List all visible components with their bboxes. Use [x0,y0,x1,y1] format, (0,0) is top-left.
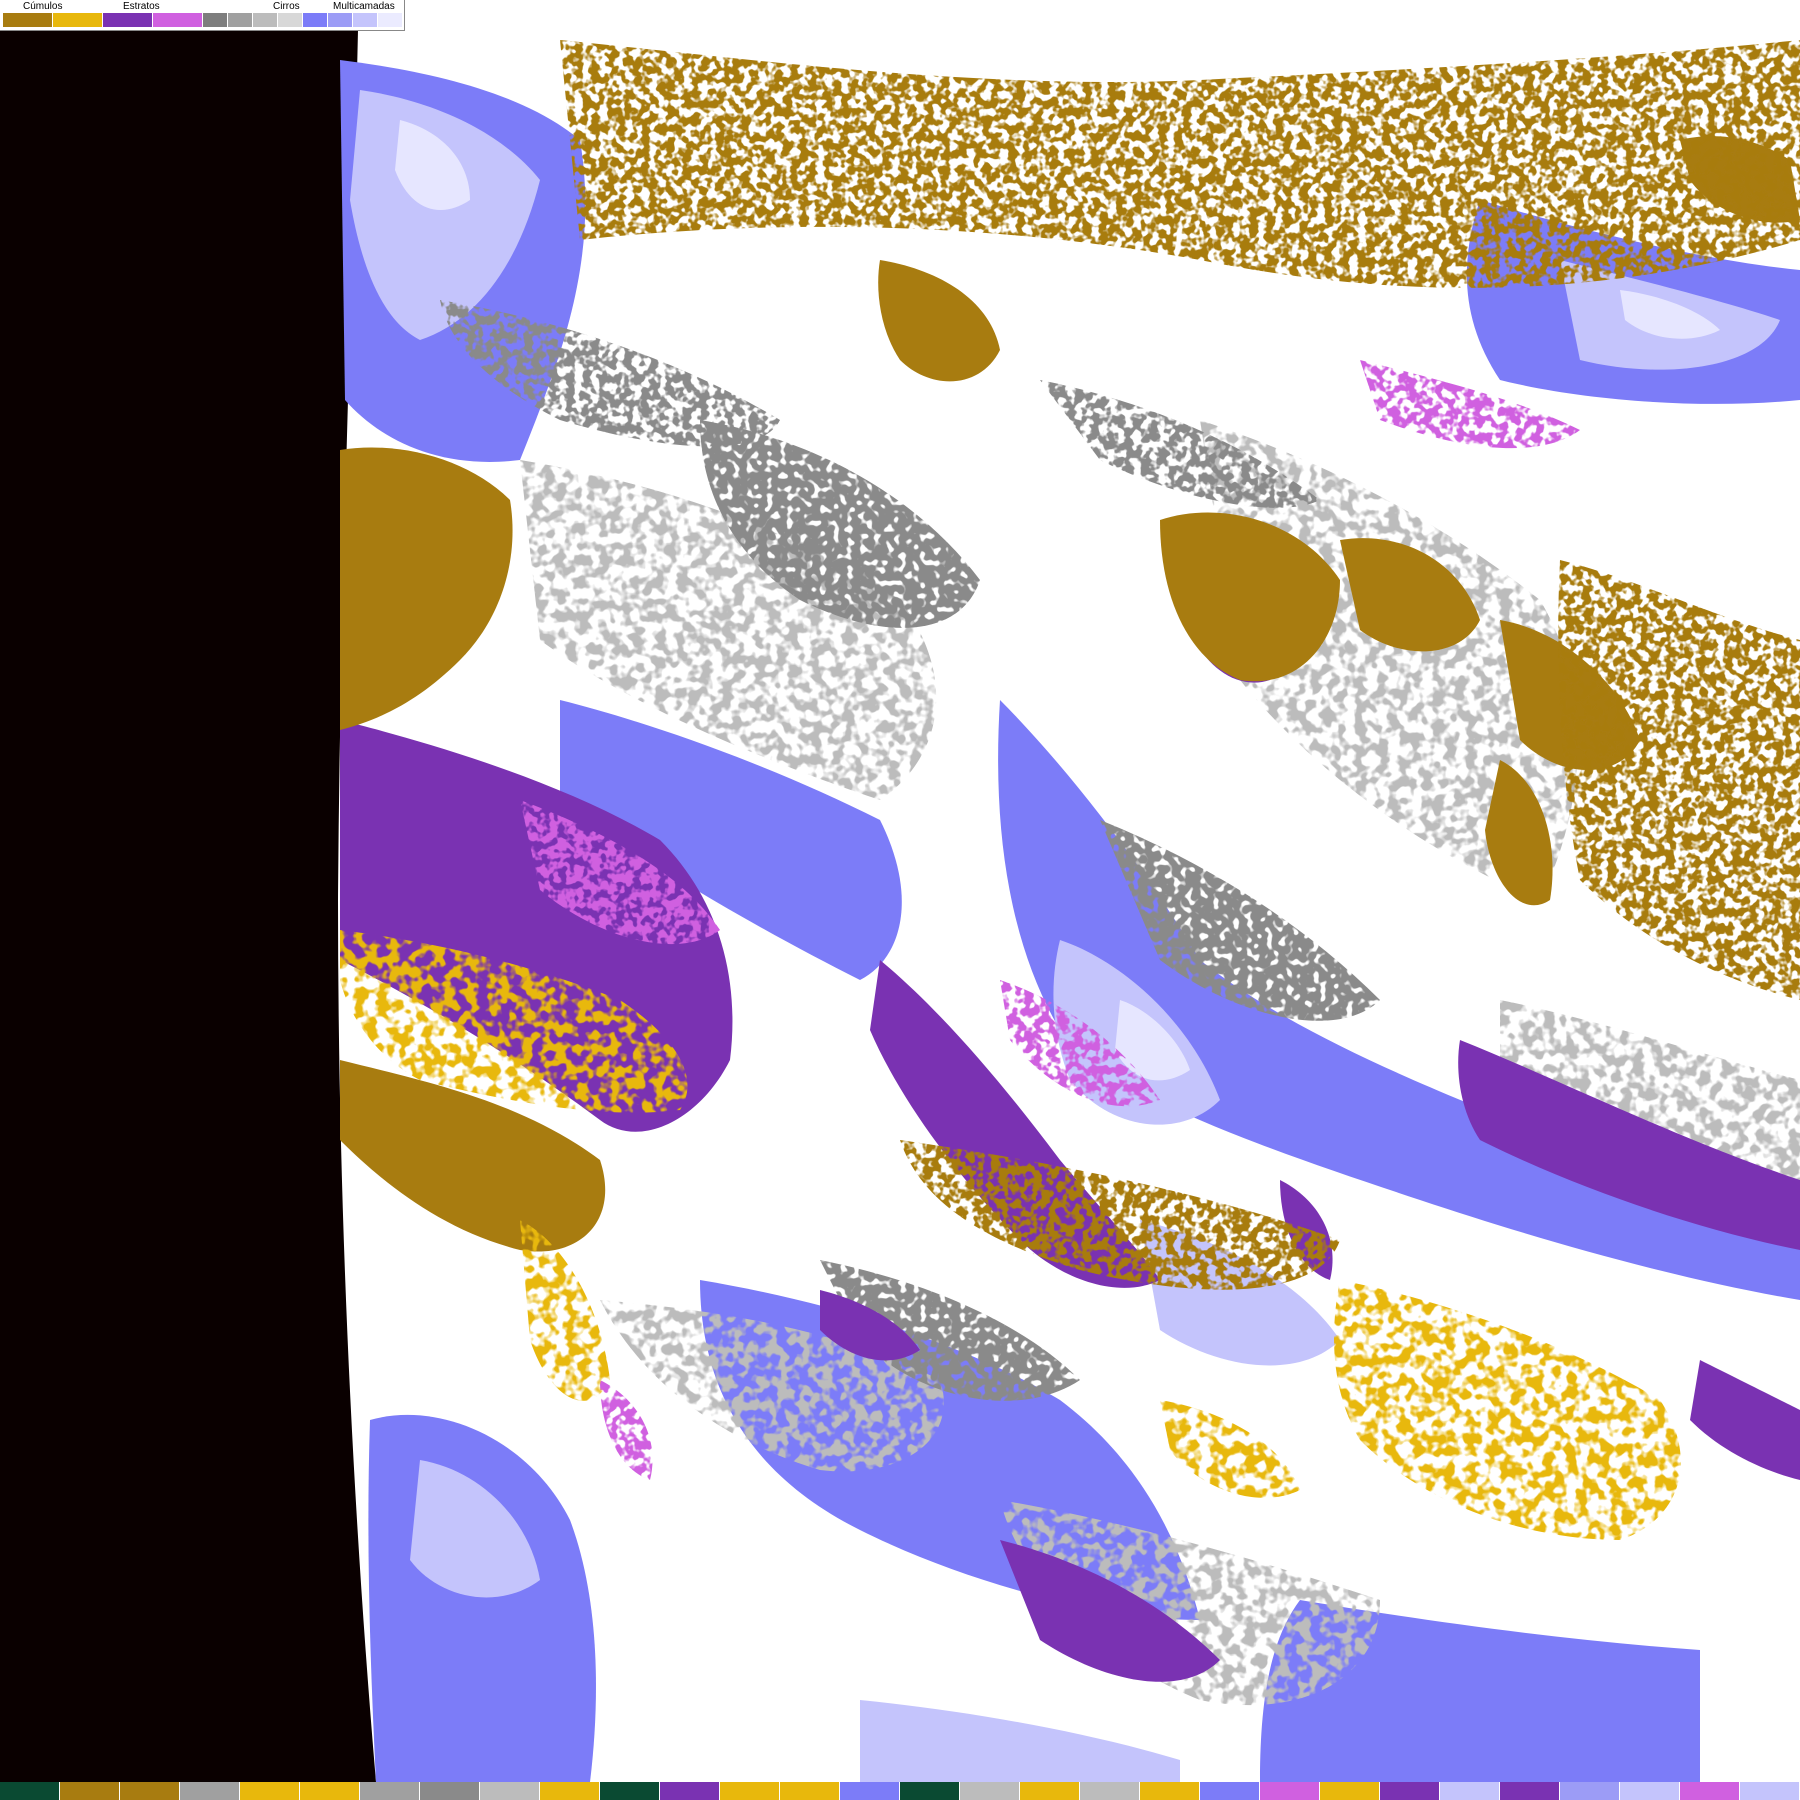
legend-swatch [103,13,153,27]
color-strip-cell [960,1782,1020,1800]
legend-swatch [203,13,228,27]
color-strip-cell [1620,1782,1680,1800]
color-strip-cell [1680,1782,1740,1800]
color-strip-cell [360,1782,420,1800]
legend-label: Cirros [273,1,300,12]
legend-swatch [53,13,103,27]
color-strip-cell [420,1782,480,1800]
legend-swatch [378,13,403,27]
color-strip-cell [780,1782,840,1800]
legend-swatch [3,13,53,27]
color-strip-cell [1380,1782,1440,1800]
legend-label: Estratos [123,1,160,12]
color-strip-cell [840,1782,900,1800]
color-strip-cell [240,1782,300,1800]
legend-swatch [278,13,303,27]
color-strip-cell [120,1782,180,1800]
color-strip-cell [0,1782,60,1800]
legend-swatch [153,13,203,27]
color-strip-cell [600,1782,660,1800]
legend-swatch [253,13,278,27]
legend-swatch [303,13,328,27]
color-strip-cell [300,1782,360,1800]
color-strip-cell [1500,1782,1560,1800]
legend-swatch [328,13,353,27]
legend-swatch [353,13,378,27]
legend-label: Multicamadas [333,1,395,12]
color-strip-cell [1200,1782,1260,1800]
color-strip-cell [540,1782,600,1800]
color-strip-cell [60,1782,120,1800]
space-off-disk [0,30,376,1782]
color-strip-cell [1440,1782,1500,1800]
legend-swatch [228,13,253,27]
cloud-type-legend: Cúmulos Estratos Cirros Multicamadas [0,0,405,31]
legend-label: Cúmulos [23,1,63,12]
color-strip-cell [900,1782,960,1800]
color-strip-cell [1320,1782,1380,1800]
color-strip-cell [1140,1782,1200,1800]
color-strip-cell [720,1782,780,1800]
color-strip-cell [1020,1782,1080,1800]
color-strip-cell [1080,1782,1140,1800]
color-strip-cell [1260,1782,1320,1800]
cloud-classification-map [0,0,1800,1800]
color-strip-cell [480,1782,540,1800]
bottom-color-strip [0,1782,1800,1800]
color-strip-cell [1740,1782,1800,1800]
color-strip-cell [1560,1782,1620,1800]
color-strip-cell [180,1782,240,1800]
color-strip-cell [660,1782,720,1800]
